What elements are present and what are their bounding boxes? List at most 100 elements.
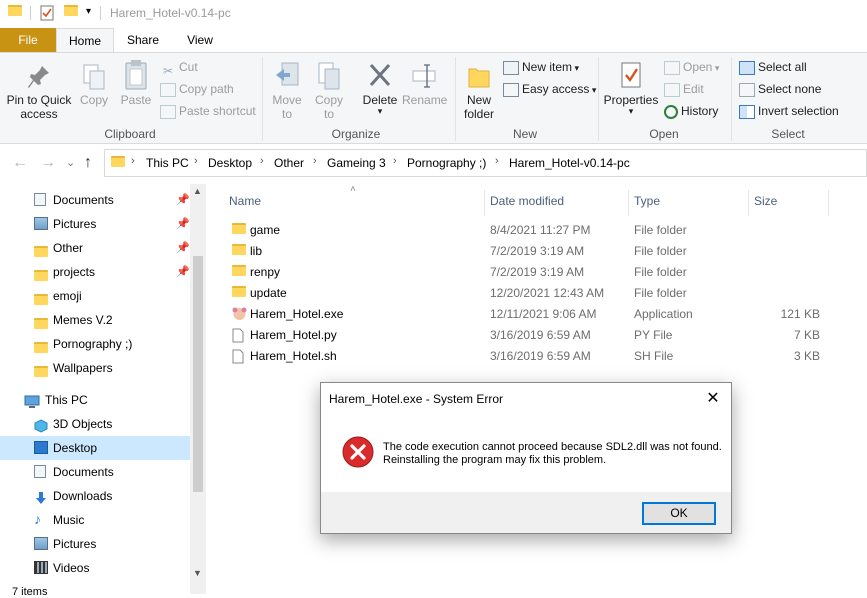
chevron-down-icon: ▾ [712,63,720,73]
nav-item-wallpapers[interactable]: Wallpapers [0,356,190,380]
copy-button[interactable]: Copy [76,63,112,107]
tab-view[interactable]: View [172,28,228,52]
table-row[interactable]: renpy 7/2/2019 3:19 AM File folder [228,262,828,283]
group-divider [598,57,599,141]
table-row[interactable]: Harem_Hotel.sh 3/16/2019 6:59 AM SH File… [228,346,828,367]
column-divider[interactable] [628,190,629,216]
table-row[interactable]: update 12/20/2021 12:43 AM File folder [228,283,828,304]
nav-item-pictures[interactable]: Pictures 📌 [0,212,190,236]
column-divider[interactable] [484,190,485,216]
open-button[interactable]: Open ▾ [664,57,719,77]
nav-item-projects[interactable]: projects 📌 [0,260,190,284]
nav-item-this-pc[interactable]: This PC [0,388,190,412]
paste-label: Paste [120,93,152,107]
back-arrow-icon[interactable]: ← [12,154,28,172]
nav-item-pictures-pc[interactable]: Pictures [0,532,190,556]
file-date: 3/16/2019 6:59 AM [490,349,591,363]
downloads-icon [34,489,48,504]
move-to-button[interactable]: Move to [268,61,306,121]
group-divider [262,57,263,141]
table-row[interactable]: lib 7/2/2019 3:19 AM File folder [228,241,828,262]
nav-item-documents[interactable]: Documents 📌 [0,188,190,212]
copy-path-button[interactable]: Copy path [160,79,234,99]
nav-item-documents-pc[interactable]: Documents [0,460,190,484]
breadcrumb-gameing-3[interactable]: Gameing 3 [327,156,386,170]
column-divider[interactable] [828,190,829,216]
breadcrumb-desktop[interactable]: Desktop [208,156,252,170]
nav-item-label: Desktop [53,441,98,455]
paste-button[interactable]: Paste [116,59,156,107]
nav-item-pornography[interactable]: Pornography ;) [0,332,190,356]
scroll-up-icon[interactable]: ▲ [193,186,202,196]
delete-label: Delete [362,93,398,107]
column-header-size[interactable]: Size [754,194,777,208]
breadcrumb-this-pc[interactable]: This PC [146,156,189,170]
pin-icon: 📌 [176,242,190,254]
breadcrumb-separator: › [260,155,264,167]
nav-item-3d-objects[interactable]: 3D Objects [0,412,190,436]
table-row[interactable]: Harem_Hotel.py 3/16/2019 6:59 AM PY File… [228,325,828,346]
address-bar[interactable]: › This PC › Desktop › Other › Gameing 3 … [104,149,867,177]
nav-item-music[interactable]: ♪ Music [0,508,190,532]
delete-button[interactable]: Delete ▾ [358,61,402,116]
easy-access-button[interactable]: Easy access ▾ [503,79,596,99]
breadcrumb-other[interactable]: Other [274,156,304,170]
up-arrow-icon[interactable]: ↑ [84,154,92,172]
chevron-down-icon[interactable]: ▾ [86,6,100,22]
nav-item-other[interactable]: Other 📌 [0,236,190,260]
file-date: 7/2/2019 3:19 AM [490,265,585,279]
nav-item-emoji[interactable]: emoji [0,284,190,308]
pin-quick-access-button[interactable]: Pin to Quick access [4,63,74,121]
column-header-date[interactable]: Date modified [490,194,564,208]
folder-icon [232,223,246,237]
pin-label-1: Pin to Quick [6,93,72,107]
invert-selection-button[interactable]: Invert selection [739,101,839,121]
pin-icon: 📌 [176,266,190,278]
edit-button[interactable]: Edit [664,79,704,99]
properties-button[interactable]: Properties ▾ [602,61,660,116]
copy-to-button[interactable]: Copy to [310,61,348,121]
dialog-title: Harem_Hotel.exe - System Error [329,392,504,406]
sort-ascending-icon: ˄ [350,184,356,195]
rename-button[interactable]: Rename [402,61,447,107]
ok-button[interactable]: OK [642,502,716,525]
select-all-button[interactable]: Select all [739,57,807,77]
cut-button[interactable]: ✂ Cut [160,57,198,78]
nav-item-downloads[interactable]: Downloads [0,484,190,508]
recent-locations-chevron-icon[interactable]: ⌄ [66,156,75,169]
paste-shortcut-icon [160,104,176,119]
tab-share[interactable]: Share [114,28,172,52]
select-none-button[interactable]: Select none [739,79,821,99]
tab-home[interactable]: Home [56,28,114,52]
tab-file[interactable]: File [0,28,56,52]
table-row[interactable]: Harem_Hotel.exe 12/11/2021 9:06 AM Appli… [228,304,828,325]
file-date: 3/16/2019 6:59 AM [490,328,591,342]
properties-quick-icon[interactable] [40,5,54,21]
nav-item-memes[interactable]: Memes V.2 [0,308,190,332]
breadcrumb-current-folder[interactable]: Harem_Hotel-v0.14-pc [509,156,630,170]
new-item-button[interactable]: New item ▾ [503,57,579,77]
copy-to-icon [318,62,340,90]
forward-arrow-icon[interactable]: → [40,154,56,172]
nav-item-videos[interactable]: Videos [0,556,190,580]
close-icon[interactable]: ✕ [703,388,723,408]
breadcrumb-pornography[interactable]: Pornography ;) [407,156,486,170]
breadcrumb-separator: › [393,155,397,167]
breadcrumb-separator: › [313,155,317,167]
history-button[interactable]: History [664,101,718,121]
column-header-type[interactable]: Type [634,194,660,208]
select-none-icon [739,82,755,97]
paste-shortcut-button[interactable]: Paste shortcut [160,101,256,121]
scrollbar-thumb[interactable] [193,256,203,492]
column-divider[interactable] [748,190,749,216]
new-folder-button[interactable]: New folder [458,61,500,121]
nav-item-desktop[interactable]: Desktop [0,436,190,460]
column-header-name[interactable]: Name [229,194,261,208]
scroll-down-icon[interactable]: ▼ [193,568,202,578]
desktop-icon [34,441,48,454]
new-item-icon [503,60,519,75]
new-folder-quick-icon[interactable] [64,5,78,21]
system-error-dialog: Harem_Hotel.exe - System Error ✕ The cod… [320,382,732,534]
group-divider [455,57,456,141]
table-row[interactable]: game 8/4/2021 11:27 PM File folder [228,220,828,241]
